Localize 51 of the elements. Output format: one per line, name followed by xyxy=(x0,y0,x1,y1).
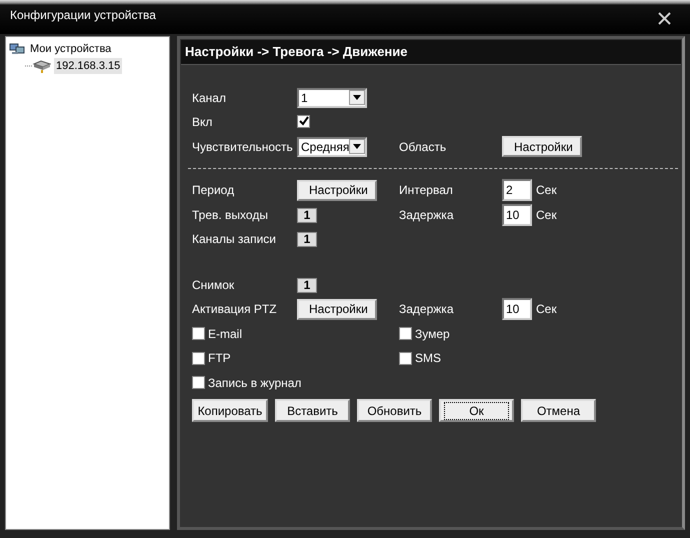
field-label: Задержка xyxy=(399,206,454,224)
dialog-button[interactable]: Копировать xyxy=(192,399,268,422)
unit-label: Сек xyxy=(536,301,558,318)
field-label: Трев. выходы xyxy=(192,206,269,224)
network-device-icon xyxy=(25,58,51,73)
checkbox[interactable] xyxy=(399,352,412,365)
caret-icon xyxy=(349,139,365,154)
field-label: Снимок xyxy=(192,276,236,294)
field-label: Интервал xyxy=(399,182,454,200)
checkbox-label: SMS xyxy=(415,350,442,368)
number-field[interactable]: 2 xyxy=(502,179,532,202)
field-label: Область xyxy=(399,138,448,156)
unit-label: Сек xyxy=(536,206,558,224)
field-label: Задержка xyxy=(399,301,454,318)
settings-button[interactable]: Настройки xyxy=(297,180,377,201)
field-label: Каналы записи xyxy=(192,231,278,248)
computers-icon xyxy=(9,42,25,56)
caret-icon xyxy=(349,90,365,106)
channel-toggle[interactable]: 1 xyxy=(297,208,317,223)
field-label: Чувствительность xyxy=(192,138,294,156)
checkbox[interactable] xyxy=(399,327,412,340)
field-label: Период xyxy=(192,182,236,200)
channel-toggle[interactable]: 1 xyxy=(297,232,317,248)
number-field[interactable]: 10 xyxy=(502,298,532,320)
close-icon[interactable] xyxy=(658,12,671,25)
field-label: Вкл xyxy=(192,114,214,132)
dialog-button[interactable]: Обновить xyxy=(357,399,432,422)
tree-item[interactable]: 192.168.3.15 xyxy=(54,58,122,74)
settings-button[interactable]: Настройки xyxy=(502,136,582,158)
dialog-button[interactable]: Ок xyxy=(439,399,514,422)
dialog-button[interactable]: Отмена xyxy=(521,399,596,422)
number-field[interactable]: 10 xyxy=(502,204,532,226)
panel-title: Настройки -> Тревога -> Движение xyxy=(181,40,681,64)
checkbox[interactable] xyxy=(297,114,310,128)
tree-item[interactable]: Мои устройства xyxy=(28,41,114,58)
checkbox-label: E-mail xyxy=(208,326,242,343)
dropdown[interactable]: Средняя xyxy=(297,136,367,157)
field-label: Канал xyxy=(192,90,227,107)
channel-toggle[interactable]: 1 xyxy=(297,278,317,293)
checkbox-label: Запись в журнал xyxy=(208,374,302,392)
settings-button[interactable]: Настройки xyxy=(297,298,377,320)
window-title: Конфигурации устройства xyxy=(10,7,156,24)
dialog-button[interactable]: Вставить xyxy=(275,399,350,422)
checkbox[interactable] xyxy=(192,327,205,340)
checkbox-label: FTP xyxy=(208,350,231,368)
field-label: Активация PTZ xyxy=(192,301,278,318)
dropdown[interactable]: 1 xyxy=(297,88,367,108)
checkbox[interactable] xyxy=(192,376,205,390)
unit-label: Сек xyxy=(536,182,558,200)
checkbox[interactable] xyxy=(192,352,205,365)
checkbox-label: Зумер xyxy=(415,326,450,343)
